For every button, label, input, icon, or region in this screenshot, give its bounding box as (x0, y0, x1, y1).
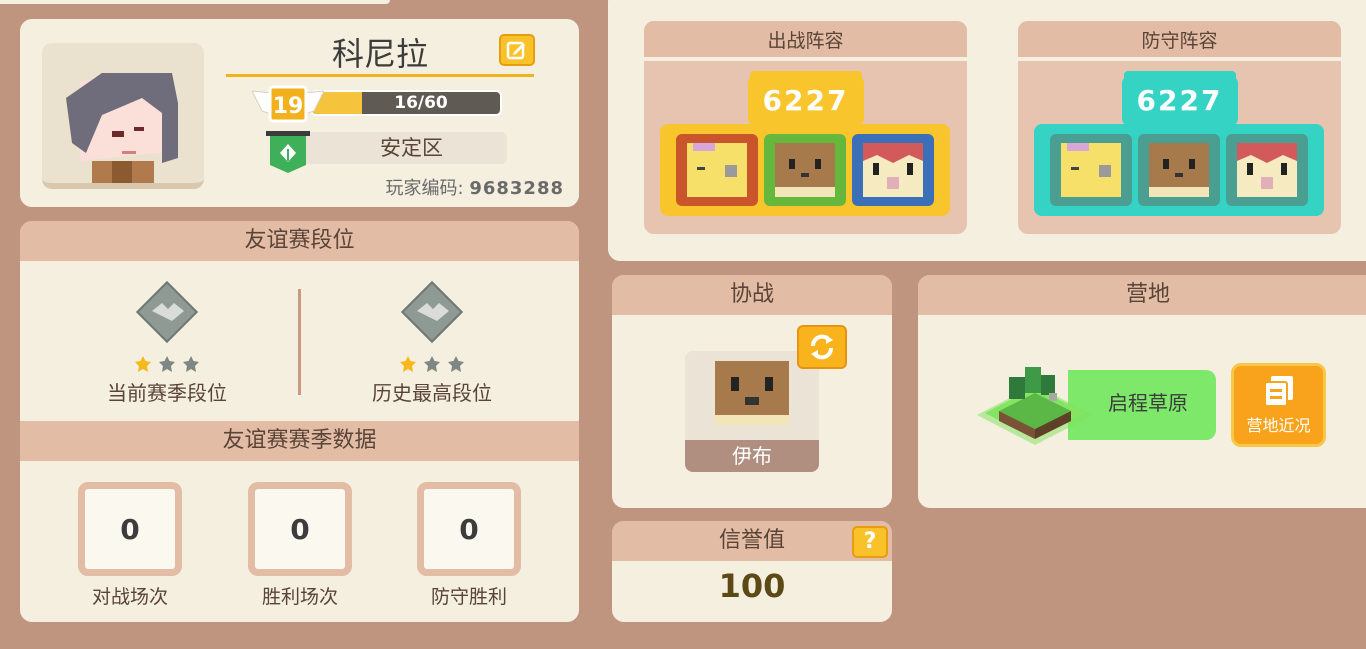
defense-team (1034, 124, 1324, 216)
avatar[interactable] (42, 43, 204, 189)
credit-card: 信誉值 ? 100 (612, 521, 892, 622)
credit-value: 100 (718, 567, 786, 605)
current-rank[interactable]: 当前赛季段位 (57, 280, 277, 406)
top-strip (0, 0, 390, 4)
star-empty-icon (159, 356, 175, 372)
stat-battles-label: 对战场次 (91, 586, 168, 608)
attack-team (660, 124, 950, 216)
name-underline (226, 74, 534, 77)
refresh-icon (811, 334, 833, 360)
rank-title: 友谊赛段位 (20, 221, 579, 261)
pokemon-slot-2[interactable] (764, 134, 846, 206)
level-badge: 19 (251, 85, 325, 125)
attack-lineup-title: 出战阵容 (644, 21, 967, 61)
notebook-icon (1263, 376, 1293, 407)
star-empty-icon (424, 356, 440, 372)
assist-card: 协战 伊布 (612, 275, 892, 508)
stat-wins-value: 0 (248, 482, 352, 576)
assist-pokemon[interactable]: 伊布 (685, 351, 819, 472)
xp-text: 16/60 (394, 93, 448, 113)
edit-name-button[interactable] (499, 34, 535, 66)
player-id: 玩家编码: 9683288 (320, 174, 564, 200)
xp-bar: 16/60 (310, 90, 502, 116)
player-name: 科尼拉 (331, 35, 428, 73)
attack-power: 6227 (747, 77, 864, 125)
stat-defense-wins-value: 0 (417, 482, 521, 576)
defense-power: 6227 (1121, 77, 1238, 125)
refresh-button[interactable] (797, 325, 847, 369)
player-id-label: 玩家编码: (385, 178, 464, 199)
history-rank-stars (322, 355, 542, 375)
current-rank-stars (57, 355, 277, 375)
help-button[interactable]: ? (852, 526, 888, 558)
camp-card: 营地 启程草原 营地近况 (918, 275, 1366, 508)
defense-lineup-title: 防守阵容 (1018, 21, 1341, 61)
camp-news-button[interactable]: 营地近况 (1231, 363, 1326, 447)
assist-title: 协战 (612, 275, 892, 315)
star-filled-icon (135, 356, 151, 372)
season-data-title: 友谊赛赛季数据 (20, 421, 579, 461)
pokemon-slot-2[interactable] (1138, 134, 1220, 206)
level-number: 19 (273, 94, 304, 119)
stat-wins-label: 胜利场次 (261, 586, 338, 608)
stat-battles-value: 0 (78, 482, 182, 576)
server-badge (266, 131, 310, 175)
pokemon-slot-1[interactable] (676, 134, 758, 206)
history-rank[interactable]: 历史最高段位 (322, 280, 542, 406)
star-filled-icon (400, 356, 416, 372)
stat-defense-wins-label: 防守胜利 (430, 586, 507, 608)
camp-news-label: 营地近况 (1246, 416, 1311, 435)
rank-divider (298, 289, 301, 395)
history-rank-label: 历史最高段位 (372, 381, 492, 405)
current-rank-label: 当前赛季段位 (107, 381, 227, 405)
assist-pokemon-name: 伊布 (685, 440, 819, 472)
lineups-card: 出战阵容 6227 防守阵容 6227 (608, 0, 1366, 261)
pokemon-slot-3[interactable] (1226, 134, 1308, 206)
pokemon-slot-1[interactable] (1050, 134, 1132, 206)
camp-title: 营地 (918, 275, 1366, 315)
edit-icon (506, 41, 525, 60)
camp-island-icon[interactable] (975, 353, 1095, 463)
star-empty-icon (183, 356, 199, 372)
credit-title: 信誉值 (612, 521, 892, 561)
stat-defense-wins: 0 防守胜利 (417, 482, 521, 609)
handshake-rank-icon (135, 280, 199, 344)
attack-lineup[interactable]: 出战阵容 6227 (644, 21, 967, 234)
stat-wins: 0 胜利场次 (248, 482, 352, 609)
defense-lineup[interactable]: 防守阵容 6227 (1018, 21, 1341, 234)
star-empty-icon (448, 356, 464, 372)
handshake-rank-icon (400, 280, 464, 344)
player-id-value: 9683288 (469, 178, 564, 199)
server-name: 安定区 (296, 132, 507, 164)
stat-battles: 0 对战场次 (78, 482, 182, 609)
friendly-rank-card: 友谊赛段位 当前赛季段位 历史最高段位 友谊赛赛季数据 0 对战场次 0 胜利场… (20, 221, 579, 622)
profile-card: 科尼拉 16/60 19 安定区 玩家编码: 9683288 (20, 19, 579, 207)
pokemon-slot-3[interactable] (852, 134, 934, 206)
